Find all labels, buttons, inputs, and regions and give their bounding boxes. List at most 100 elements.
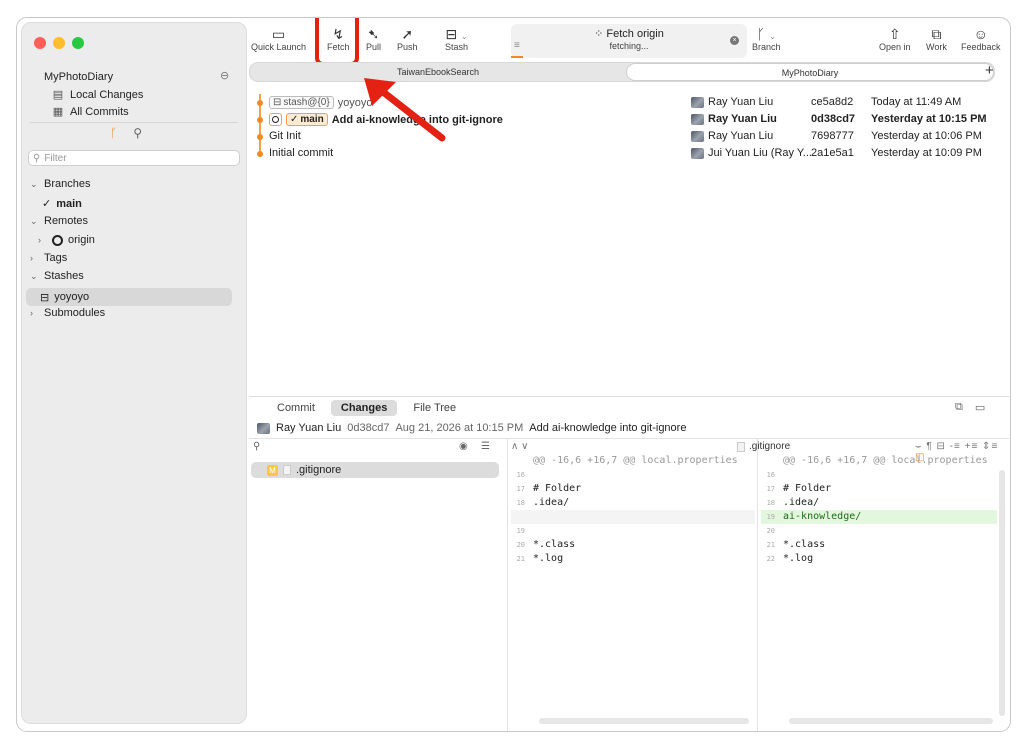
activity-status[interactable]: ≡ ⁘ Fetch origin fetching... × — [511, 24, 747, 58]
filter-input[interactable]: ⚲ Filter — [28, 150, 240, 166]
scrollbar-vertical[interactable] — [999, 470, 1005, 716]
commit-hash: ce5a8d2 — [811, 96, 854, 108]
pull-icon: ➷ — [367, 26, 380, 42]
stash-label: Stash — [445, 42, 469, 52]
open-external-icon[interactable]: ⧉ — [955, 401, 963, 414]
share-icon: ⇧ — [888, 26, 901, 42]
tab-file-tree[interactable]: File Tree — [403, 400, 466, 416]
column-divider[interactable] — [507, 439, 508, 731]
open-in-button[interactable]: ⇧ Open in — [879, 26, 911, 52]
repo-name[interactable]: MyPhotoDiary — [44, 71, 113, 83]
branches-section[interactable]: ⌄ Branches — [30, 178, 90, 190]
list-view-icon[interactable]: ☰ — [481, 441, 490, 452]
sidebar-local-changes[interactable]: ▤ Local Changes — [52, 88, 144, 102]
tab-changes[interactable]: Changes — [330, 400, 398, 416]
toggle-pane-icon[interactable]: ▭ — [975, 401, 985, 414]
branch-label: Branch — [752, 42, 781, 52]
diff-nav-icon[interactable]: ∧ ∨ — [511, 441, 528, 452]
line-text: .idea/ — [533, 497, 570, 508]
status-progress-bar — [511, 56, 523, 58]
commit-date: Yesterday at 10:09 PM — [871, 147, 982, 159]
scrollbar-right[interactable] — [789, 718, 993, 724]
push-button[interactable]: ➚ Push — [397, 26, 418, 52]
stash-button[interactable]: ⊟ ⌄ Stash — [445, 26, 468, 52]
commit-row[interactable]: Initial commit Jui Yuan Liu (Ray Y... 2a… — [253, 145, 993, 162]
file-icon — [283, 465, 291, 475]
line-number: 16 — [766, 471, 775, 479]
search-icon[interactable]: ⚲ — [253, 441, 260, 452]
close-window-button[interactable] — [34, 37, 46, 49]
line-text: ai-knowledge/ — [783, 511, 862, 522]
branches-tab-icon[interactable]: ᚴ — [110, 126, 117, 140]
diff-line: 21 *.class — [761, 538, 997, 552]
diff-line: 21 *.log — [511, 552, 755, 566]
branches-label: Branches — [44, 178, 91, 190]
push-label: Push — [397, 42, 418, 52]
app-window: MyPhotoDiary ⊖ ▤ Local Changes ▦ All Com… — [16, 17, 1011, 732]
stash-icon: ⊟ — [40, 291, 50, 304]
submodules-label: Submodules — [44, 307, 106, 319]
branch-button[interactable]: ᚴ ⌄ Branch — [752, 26, 781, 52]
changed-file-row[interactable]: M .gitignore — [251, 462, 499, 478]
line-number: 18 — [766, 499, 775, 507]
stashes-section[interactable]: ⌄ Stashes — [30, 270, 84, 282]
submodules-section[interactable]: › Submodules — [30, 307, 105, 319]
quick-launch-button[interactable]: ▭ Quick Launch — [251, 26, 306, 52]
line-number: 17 — [516, 485, 525, 493]
diff-line: 18 .idea/ — [761, 496, 997, 510]
line-number: 22 — [766, 555, 775, 563]
line-number: 20 — [516, 541, 525, 549]
feedback-button[interactable]: ☺ Feedback — [961, 26, 1001, 52]
sidebar-all-commits[interactable]: ▦ All Commits — [52, 105, 129, 119]
filter-placeholder: Filter — [44, 152, 67, 164]
commit-graph-node — [257, 100, 263, 106]
local-changes-icon: ▤ — [52, 89, 64, 101]
zoom-window-button[interactable] — [72, 37, 84, 49]
repo-tab-myphotodiary[interactable]: MyPhotoDiary — [626, 63, 994, 81]
diff-header: ∧ ∨ .gitignore ⌣ ¶ ⊟ -≡ +≡ ⇕≡ ◫ — [507, 441, 1007, 463]
work-label: Work — [926, 42, 947, 52]
window-controls — [34, 37, 84, 49]
line-text: *.log — [783, 553, 814, 564]
github-icon — [269, 113, 282, 126]
close-icon[interactable]: × — [730, 36, 739, 45]
stash-tag: ⊟ stash@{0} — [269, 96, 334, 109]
selected-commit-hash: 0d38cd7 — [347, 422, 390, 434]
diff-file-name: .gitignore — [749, 441, 791, 452]
repo-options-icon[interactable]: ⊖ — [220, 69, 229, 82]
branch-tag: ✓ main — [286, 113, 328, 126]
line-number: 17 — [766, 485, 775, 493]
selected-commit-message: Add ai-knowledge into git-ignore — [529, 422, 687, 434]
tab-commit[interactable]: Commit — [267, 400, 325, 416]
push-icon: ➚ — [401, 26, 414, 42]
github-icon — [52, 234, 63, 246]
commit-hash: 0d38cd7 — [811, 113, 856, 125]
stash-item[interactable]: ⊟ yoyoyo — [26, 288, 232, 306]
work-button[interactable]: ⧉ Work — [926, 26, 947, 52]
changed-file-name: .gitignore — [296, 464, 342, 476]
feedback-label: Feedback — [961, 42, 1001, 52]
annotation-arrow-icon — [364, 78, 446, 142]
status-title-text: Fetch origin — [606, 28, 664, 40]
chevron-down-icon: ⌄ — [30, 215, 38, 226]
branch-main[interactable]: ✓ main — [42, 197, 82, 211]
remote-origin[interactable]: › origin — [38, 234, 95, 246]
commit-date: Yesterday at 10:15 PM — [871, 113, 987, 125]
commit-message: Initial commit — [269, 147, 334, 159]
remotes-section[interactable]: ⌄ Remotes — [30, 215, 88, 227]
diff-hunk-header: @@ -16,6 +16,7 @@ local.properties — [761, 454, 997, 468]
status-title: ⁘ Fetch origin — [594, 28, 664, 40]
tags-label: Tags — [44, 252, 68, 264]
scrollbar-left[interactable] — [539, 718, 749, 724]
minimize-window-button[interactable] — [53, 37, 65, 49]
add-tab-icon[interactable]: + — [985, 62, 994, 79]
pane-divider[interactable] — [249, 396, 1009, 397]
diff-line: 20 *.class — [511, 538, 755, 552]
eye-icon[interactable]: ◉ — [459, 441, 468, 452]
search-tab-icon[interactable]: ⚲ — [133, 126, 142, 140]
pull-button[interactable]: ➷ Pull — [366, 26, 381, 52]
diff-line-added: 19 ai-knowledge/ — [761, 510, 997, 524]
chevron-right-icon: › — [38, 235, 41, 245]
fetch-highlight-box — [315, 18, 359, 66]
tags-section[interactable]: › Tags — [30, 252, 67, 264]
